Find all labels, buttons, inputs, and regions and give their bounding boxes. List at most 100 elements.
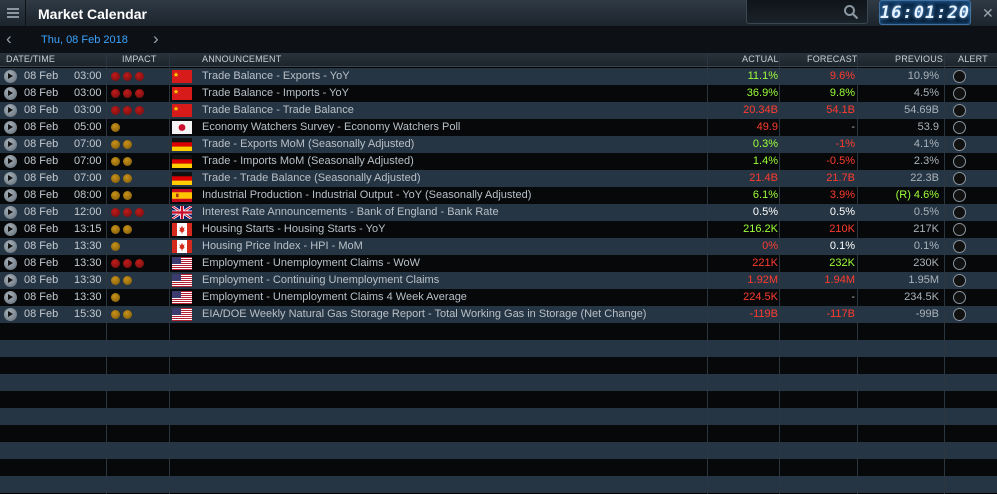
china-flag-icon: [172, 70, 192, 83]
japan-flag-icon: [172, 121, 192, 134]
table-row[interactable]: 08 Feb 03:00 Trade Balance - Exports - YoY…: [0, 68, 997, 85]
impact-indicator: [111, 72, 144, 81]
announcement-text[interactable]: Trade - Imports MoM (Seasonally Adjusted…: [202, 153, 414, 170]
header-actual[interactable]: ACTUAL: [742, 54, 779, 64]
column-divider: [707, 53, 708, 494]
row-time: 13:30: [74, 257, 102, 269]
empty-table-row: [0, 425, 997, 442]
expand-arrow-icon[interactable]: [4, 257, 17, 270]
previous-day-button[interactable]: ‹: [6, 29, 12, 49]
expand-arrow-icon[interactable]: [4, 138, 17, 151]
table-row[interactable]: 08 Feb 07:00 Trade - Exports MoM (Seasonal…: [0, 136, 997, 153]
announcement-text[interactable]: Housing Price Index - HPI - MoM: [202, 238, 363, 255]
table-row[interactable]: 08 Feb 13:30 Employment - Unemployment Cla…: [0, 289, 997, 306]
announcement-text[interactable]: Trade Balance - Exports - YoY: [202, 68, 350, 85]
table-row[interactable]: 08 Feb 08:00 Industrial Production - Indus…: [0, 187, 997, 204]
expand-arrow-icon[interactable]: [4, 155, 17, 168]
alert-toggle-icon[interactable]: [953, 240, 966, 253]
impact-dot-icon: [123, 157, 132, 166]
row-time: 08:00: [74, 189, 102, 201]
header-announcement[interactable]: ANNOUNCEMENT: [202, 54, 281, 64]
announcement-text[interactable]: Trade - Exports MoM (Seasonally Adjusted…: [202, 136, 414, 153]
alert-toggle-icon[interactable]: [953, 257, 966, 270]
alert-toggle-icon[interactable]: [953, 308, 966, 321]
next-day-button[interactable]: ›: [153, 29, 159, 49]
impact-indicator: [111, 225, 132, 234]
expand-arrow-icon[interactable]: [4, 189, 17, 202]
table-row[interactable]: 08 Feb 13:15 Housing Starts - Housing Star…: [0, 221, 997, 238]
announcement-text[interactable]: Employment - Unemployment Claims 4 Week …: [202, 289, 467, 306]
row-date: 08 Feb: [24, 291, 59, 303]
header-forecast[interactable]: FORECAST: [807, 54, 858, 64]
alert-toggle-icon[interactable]: [953, 121, 966, 134]
china-flag-icon: [172, 104, 192, 117]
current-date[interactable]: Thu, 08 Feb 2018: [41, 34, 128, 46]
alert-toggle-icon[interactable]: [953, 87, 966, 100]
header-alert[interactable]: ALERT: [958, 54, 988, 64]
expand-arrow-icon[interactable]: [4, 70, 17, 83]
previous-value: 0.1%: [913, 240, 939, 252]
actual-value: 0.5%: [752, 206, 778, 218]
announcement-text[interactable]: Trade Balance - Imports - YoY: [202, 85, 349, 102]
announcement-text[interactable]: Employment - Unemployment Claims - WoW: [202, 255, 420, 272]
announcement-text[interactable]: Employment - Continuing Unemployment Cla…: [202, 272, 439, 289]
announcement-text[interactable]: Economy Watchers Survey - Economy Watche…: [202, 119, 460, 136]
table-row[interactable]: 08 Feb 05:00 Economy Watchers Survey - Eco…: [0, 119, 997, 136]
announcement-text[interactable]: Trade - Trade Balance (Seasonally Adjust…: [202, 170, 421, 187]
expand-arrow-icon[interactable]: [4, 104, 17, 117]
expand-arrow-icon[interactable]: [4, 274, 17, 287]
alert-toggle-icon[interactable]: [953, 155, 966, 168]
table-row[interactable]: 08 Feb 13:30 Housing Price Index - HPI - M…: [0, 238, 997, 255]
alert-toggle-icon[interactable]: [953, 274, 966, 287]
impact-dot-icon: [111, 174, 120, 183]
previous-value: 230K: [913, 257, 939, 269]
alert-toggle-icon[interactable]: [953, 291, 966, 304]
table-row[interactable]: 08 Feb 12:00 Interest Rate Announcements -…: [0, 204, 997, 221]
expand-arrow-icon[interactable]: [4, 172, 17, 185]
expand-arrow-icon[interactable]: [4, 240, 17, 253]
menu-icon[interactable]: [0, 0, 26, 27]
row-date: 08 Feb: [24, 121, 59, 133]
expand-arrow-icon[interactable]: [4, 223, 17, 236]
alert-toggle-icon[interactable]: [953, 206, 966, 219]
alert-toggle-icon[interactable]: [953, 70, 966, 83]
announcement-text[interactable]: Trade Balance - Trade Balance: [202, 102, 354, 119]
table-row[interactable]: 08 Feb 07:00 Trade - Imports MoM (Seasonal…: [0, 153, 997, 170]
table-row[interactable]: 08 Feb 13:30 Employment - Unemployment Cla…: [0, 255, 997, 272]
impact-dot-icon: [123, 174, 132, 183]
expand-arrow-icon[interactable]: [4, 291, 17, 304]
close-icon[interactable]: ✕: [982, 5, 994, 22]
table-row[interactable]: 08 Feb 07:00 Trade - Trade Balance (Season…: [0, 170, 997, 187]
column-divider: [857, 53, 858, 494]
expand-arrow-icon[interactable]: [4, 121, 17, 134]
header-datetime[interactable]: DATE/TIME: [6, 54, 55, 64]
expand-arrow-icon[interactable]: [4, 206, 17, 219]
alert-toggle-icon[interactable]: [953, 138, 966, 151]
table-row[interactable]: 08 Feb 13:30 Employment - Continuing Unemp…: [0, 272, 997, 289]
announcement-text[interactable]: Interest Rate Announcements - Bank of En…: [202, 204, 499, 221]
impact-dot-icon: [123, 89, 132, 98]
forecast-value: 210K: [829, 223, 855, 235]
row-time: 13:30: [74, 240, 102, 252]
actual-value: 1.92M: [747, 274, 778, 286]
search-icon[interactable]: [843, 4, 859, 20]
announcement-text[interactable]: EIA/DOE Weekly Natural Gas Storage Repor…: [202, 306, 646, 323]
announcement-text[interactable]: Housing Starts - Housing Starts - YoY: [202, 221, 385, 238]
table-row[interactable]: 08 Feb 15:30 EIA/DOE Weekly Natural Gas St…: [0, 306, 997, 323]
announcement-text[interactable]: Industrial Production - Industrial Outpu…: [202, 187, 531, 204]
impact-dot-icon: [111, 123, 120, 132]
actual-value: 224.5K: [743, 291, 778, 303]
search-input[interactable]: [746, 0, 868, 24]
alert-toggle-icon[interactable]: [953, 104, 966, 117]
header-previous[interactable]: PREVIOUS: [895, 54, 943, 64]
header-impact[interactable]: IMPACT: [122, 54, 157, 64]
expand-arrow-icon[interactable]: [4, 87, 17, 100]
expand-arrow-icon[interactable]: [4, 308, 17, 321]
table-row[interactable]: 08 Feb 03:00 Trade Balance - Trade Balance…: [0, 102, 997, 119]
alert-toggle-icon[interactable]: [953, 172, 966, 185]
row-date: 08 Feb: [24, 257, 59, 269]
alert-toggle-icon[interactable]: [953, 189, 966, 202]
empty-table-row: [0, 476, 997, 493]
alert-toggle-icon[interactable]: [953, 223, 966, 236]
table-row[interactable]: 08 Feb 03:00 Trade Balance - Imports - YoY…: [0, 85, 997, 102]
